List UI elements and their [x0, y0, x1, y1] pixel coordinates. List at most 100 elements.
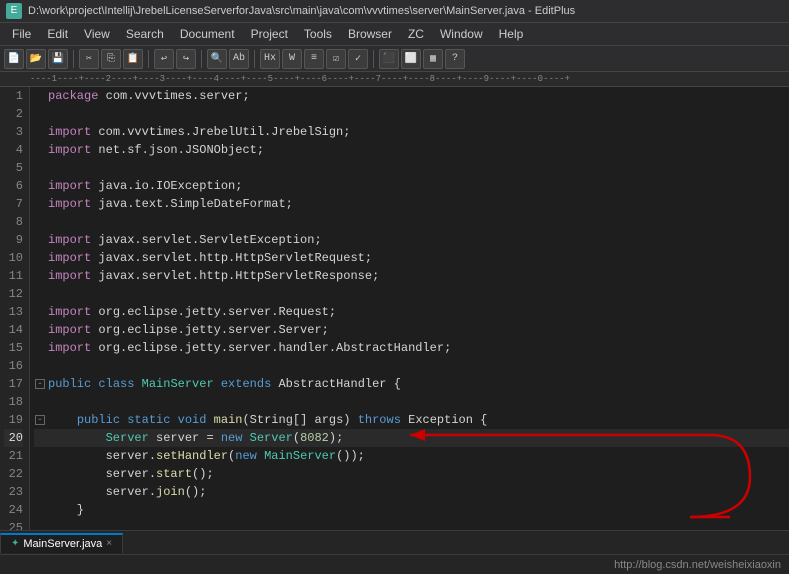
toolbar-new[interactable]: 📄 [4, 49, 24, 69]
title-bar: E D:\work\project\Intellij\JrebelLicense… [0, 0, 789, 23]
ruler-text: ----1----+----2----+----3----+----4----+… [30, 74, 570, 84]
line-num-16: 16 [4, 357, 23, 375]
toolbar-b5[interactable]: ✓ [348, 49, 368, 69]
code-text-2 [48, 105, 789, 123]
menu-project[interactable]: Project [243, 25, 296, 43]
menu-search[interactable]: Search [118, 25, 172, 43]
fold-3 [34, 123, 48, 141]
fold-icon-17[interactable]: - [35, 379, 45, 389]
fold-15 [34, 339, 48, 357]
toolbar-cut[interactable]: ✂ [79, 49, 99, 69]
code-text-25 [48, 519, 789, 530]
code-text-6: import java.io.IOException; [48, 177, 789, 195]
toolbar-sep-4 [254, 50, 255, 68]
toolbar-b9[interactable]: ? [445, 49, 465, 69]
fold-13 [34, 303, 48, 321]
toolbar-b4[interactable]: ☑ [326, 49, 346, 69]
code-line-12 [34, 285, 789, 303]
menu-document[interactable]: Document [172, 25, 243, 43]
toolbar-b1[interactable]: Hx [260, 49, 280, 69]
line-num-15: 15 [4, 339, 23, 357]
fold-19[interactable]: - [34, 411, 48, 429]
toolbar-b7[interactable]: ⬜ [401, 49, 421, 69]
line-numbers: 1 2 3 4 5 6 7 8 9 10 11 12 13 14 15 16 1… [0, 87, 30, 530]
code-line-25 [34, 519, 789, 530]
line-num-5: 5 [4, 159, 23, 177]
fold-24 [34, 501, 48, 519]
menu-browser[interactable]: Browser [340, 25, 400, 43]
code-text-9: import javax.servlet.ServletException; [48, 231, 789, 249]
code-line-16 [34, 357, 789, 375]
fold-5 [34, 159, 48, 177]
fold-10 [34, 249, 48, 267]
code-line-6: import java.io.IOException; [34, 177, 789, 195]
toolbar-replace[interactable]: Ab [229, 49, 249, 69]
menu-edit[interactable]: Edit [39, 25, 76, 43]
line-num-10: 10 [4, 249, 23, 267]
fold-16 [34, 357, 48, 375]
toolbar-save[interactable]: 💾 [48, 49, 68, 69]
fold-18 [34, 393, 48, 411]
toolbar-copy[interactable]: ⎘ [101, 49, 121, 69]
fold-17[interactable]: - [34, 375, 48, 393]
line-num-7: 7 [4, 195, 23, 213]
line-num-9: 9 [4, 231, 23, 249]
menu-tools[interactable]: Tools [296, 25, 340, 43]
menu-file[interactable]: File [4, 25, 39, 43]
code-text-21: server.setHandler(new MainServer()); [48, 447, 789, 465]
line-num-6: 6 [4, 177, 23, 195]
code-line-22: server.start(); [34, 465, 789, 483]
code-text-7: import java.text.SimpleDateFormat; [48, 195, 789, 213]
tab-bar: ✦ MainServer.java × [0, 530, 789, 554]
code-text-5 [48, 159, 789, 177]
tab-main-server[interactable]: ✦ MainServer.java × [0, 533, 123, 553]
line-num-11: 11 [4, 267, 23, 285]
menu-bar: File Edit View Search Document Project T… [0, 23, 789, 46]
toolbar-b8[interactable]: ▦ [423, 49, 443, 69]
fold-6 [34, 177, 48, 195]
code-text-15: import org.eclipse.jetty.server.handler.… [48, 339, 789, 357]
code-content[interactable]: package com.vvvtimes.server; import com.… [30, 87, 789, 530]
toolbar-open[interactable]: 📂 [26, 49, 46, 69]
code-line-10: import javax.servlet.http.HttpServletReq… [34, 249, 789, 267]
toolbar-b2[interactable]: W [282, 49, 302, 69]
toolbar-b6[interactable]: ⬛ [379, 49, 399, 69]
code-line-4: import net.sf.json.JSONObject; [34, 141, 789, 159]
tab-close[interactable]: × [106, 538, 112, 549]
toolbar-redo[interactable]: ↪ [176, 49, 196, 69]
code-text-24: } [48, 501, 789, 519]
code-text-8 [48, 213, 789, 231]
window-title: D:\work\project\Intellij\JrebelLicenseSe… [28, 5, 783, 17]
menu-zc[interactable]: ZC [400, 25, 432, 43]
tab-label: MainServer.java [23, 538, 102, 550]
fold-icon-19[interactable]: - [35, 415, 45, 425]
fold-12 [34, 285, 48, 303]
toolbar-find[interactable]: 🔍 [207, 49, 227, 69]
line-num-23: 23 [4, 483, 23, 501]
line-num-25: 25 [4, 519, 23, 530]
line-num-19: 19 [4, 411, 23, 429]
code-line-2 [34, 105, 789, 123]
fold-8 [34, 213, 48, 231]
app-icon: E [6, 3, 22, 19]
fold-11 [34, 267, 48, 285]
toolbar-sep-3 [201, 50, 202, 68]
menu-help[interactable]: Help [491, 25, 532, 43]
code-text-11: import javax.servlet.http.HttpServletRes… [48, 267, 789, 285]
fold-20 [34, 429, 48, 447]
code-line-14: import org.eclipse.jetty.server.Server; [34, 321, 789, 339]
toolbar-paste[interactable]: 📋 [123, 49, 143, 69]
line-num-13: 13 [4, 303, 23, 321]
code-line-7: import java.text.SimpleDateFormat; [34, 195, 789, 213]
fold-1 [34, 87, 48, 105]
code-text-18 [48, 393, 789, 411]
toolbar-undo[interactable]: ↩ [154, 49, 174, 69]
code-line-24: } [34, 501, 789, 519]
fold-4 [34, 141, 48, 159]
toolbar-sep-2 [148, 50, 149, 68]
code-text-1: package com.vvvtimes.server; [48, 87, 789, 105]
menu-window[interactable]: Window [432, 25, 491, 43]
toolbar-b3[interactable]: ≡ [304, 49, 324, 69]
menu-view[interactable]: View [76, 25, 118, 43]
line-num-8: 8 [4, 213, 23, 231]
